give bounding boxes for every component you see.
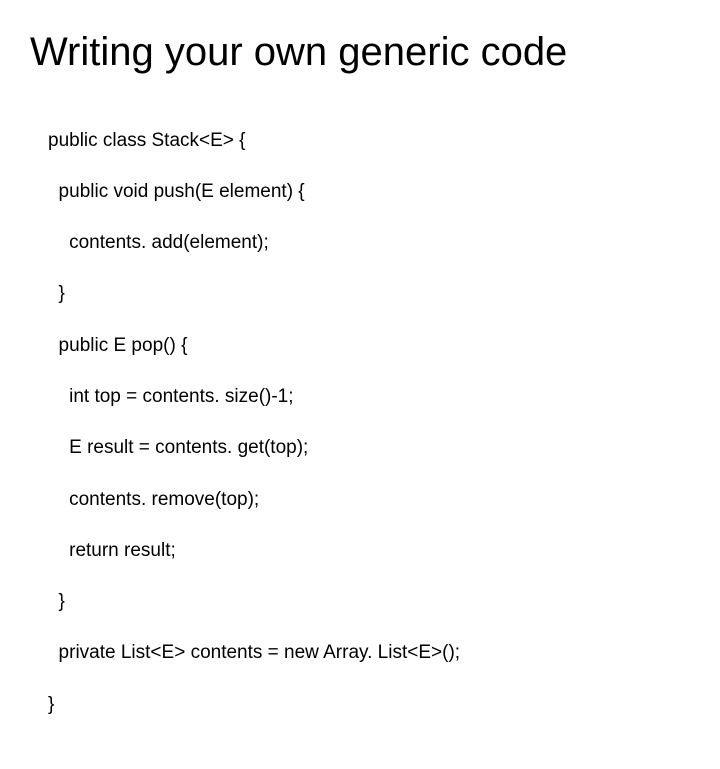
code-line: } xyxy=(48,589,690,615)
code-line: } xyxy=(48,692,690,718)
code-line: public void push(E element) { xyxy=(48,179,690,205)
code-line: return result; xyxy=(48,538,690,564)
code-line: public class Stack<E> { xyxy=(48,128,690,154)
code-line: contents. remove(top); xyxy=(48,487,690,513)
code-line: private List<E> contents = new Array. Li… xyxy=(48,640,690,666)
code-line: public E pop() { xyxy=(48,333,690,359)
slide-title: Writing your own generic code xyxy=(30,30,690,74)
code-block: public class Stack<E> { public void push… xyxy=(30,102,690,769)
code-line: int top = contents. size()-1; xyxy=(48,384,690,410)
slide: Writing your own generic code public cla… xyxy=(0,0,720,540)
code-line: } xyxy=(48,281,690,307)
code-line: E result = contents. get(top); xyxy=(48,435,690,461)
code-line: contents. add(element); xyxy=(48,230,690,256)
